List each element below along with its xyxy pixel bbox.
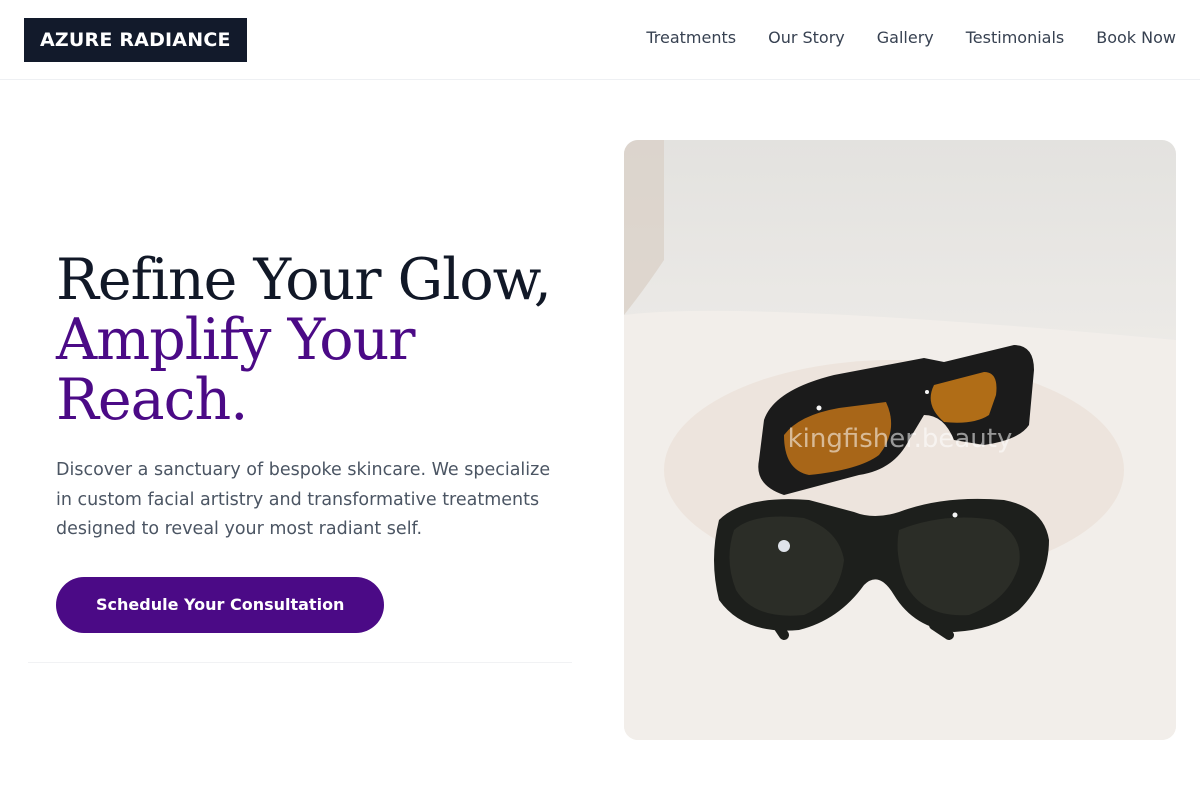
nav-link-treatments[interactable]: Treatments	[646, 28, 736, 47]
hero-content: Refine Your Glow, Amplify Your Reach. Di…	[56, 250, 576, 633]
headline-line-1: Refine Your Glow,	[56, 247, 552, 313]
site-header: AZURE RADIANCE Treatments Our Story Gall…	[0, 0, 1200, 80]
image-watermark: kingfisher.beauty	[787, 424, 1013, 454]
nav-link-gallery[interactable]: Gallery	[877, 28, 934, 47]
schedule-consultation-button[interactable]: Schedule Your Consultation	[56, 576, 385, 633]
brand-logo[interactable]: AZURE RADIANCE	[24, 18, 247, 62]
hero-headline: Refine Your Glow, Amplify Your Reach.	[56, 250, 576, 430]
nav-link-testimonials[interactable]: Testimonials	[966, 28, 1065, 47]
nav-link-our-story[interactable]: Our Story	[768, 28, 845, 47]
section-divider	[28, 662, 572, 663]
nav-link-book-now[interactable]: Book Now	[1096, 28, 1176, 47]
headline-accent: Amplify Your Reach.	[56, 307, 416, 433]
hero-description: Discover a sanctuary of bespoke skincare…	[56, 460, 551, 539]
hero-image: kingfisher.beauty	[624, 140, 1176, 740]
main-nav: Treatments Our Story Gallery Testimonial…	[646, 28, 1176, 47]
